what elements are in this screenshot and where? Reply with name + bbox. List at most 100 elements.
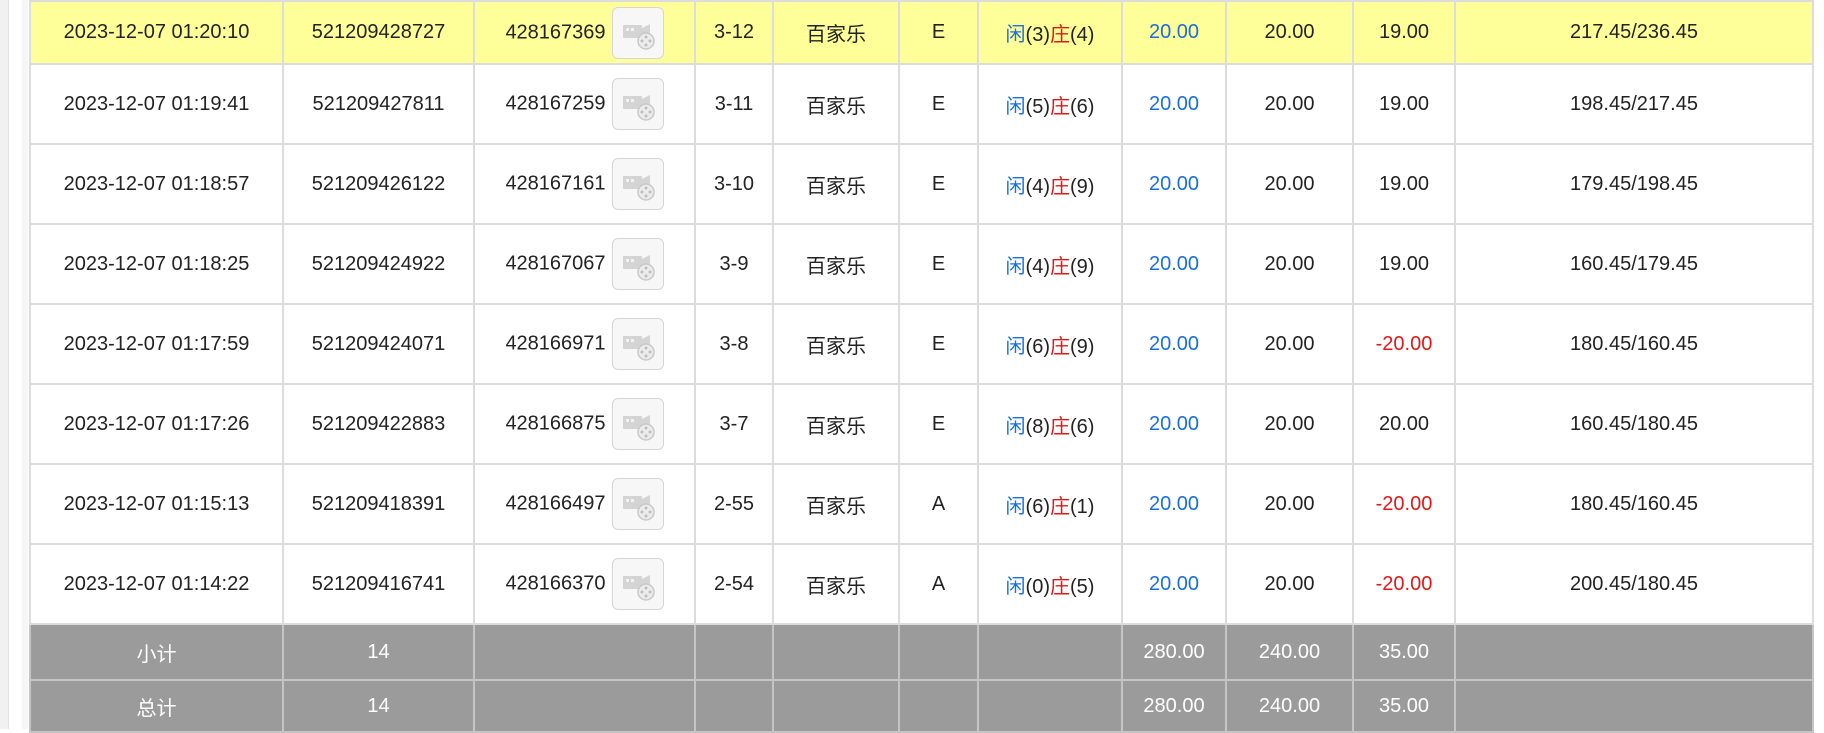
balance-change: 160.45/180.45 [1454, 383, 1814, 465]
bet-id: 521209422883 [282, 383, 475, 465]
player-points: (5) [1025, 95, 1050, 118]
result-cell: 闲(6)庄(1) [977, 463, 1123, 545]
round-cell: 428167067 [473, 223, 696, 305]
bet-time: 2023-12-07 01:18:25 [29, 223, 284, 305]
round-id: 428167369 [505, 21, 606, 43]
player-points: (8) [1025, 415, 1050, 438]
total-label: 总计 [29, 679, 284, 733]
result-cell: 闲(8)庄(6) [977, 383, 1123, 465]
shoe-number: 3-8 [694, 303, 774, 385]
round-cell: 428167259 [473, 63, 696, 145]
player-label: 闲 [1005, 575, 1026, 598]
replay-button[interactable] [611, 318, 664, 370]
player-label: 闲 [1005, 495, 1026, 518]
banker-points: (9) [1070, 255, 1095, 278]
shoe-number: 2-54 [694, 543, 774, 625]
banker-label: 庄 [1050, 575, 1070, 598]
game-name: 百家乐 [772, 303, 900, 385]
total-bet: 280.00 [1121, 679, 1227, 733]
bet-id: 521209424071 [282, 303, 475, 385]
game-name: 百家乐 [772, 223, 900, 305]
banker-points: (5) [1070, 575, 1095, 598]
table-row: 2023-12-07 01:20:10 521209428727 428167369… [29, 0, 1814, 65]
left-gutter [22, 0, 28, 729]
round-id: 428167067 [505, 252, 606, 275]
video-replay-icon [622, 255, 655, 281]
bet-time: 2023-12-07 01:20:10 [29, 0, 284, 65]
win-loss: 19.00 [1352, 143, 1456, 225]
bet-amount: 20.00 [1121, 63, 1227, 145]
player-label: 闲 [1005, 335, 1026, 358]
banker-points: (6) [1070, 415, 1095, 438]
table-name: E [898, 303, 979, 385]
game-name: 百家乐 [772, 143, 900, 225]
bet-amount: 20.00 [1121, 543, 1227, 625]
result-cell: 闲(3)庄(4) [977, 0, 1123, 65]
bet-time: 2023-12-07 01:18:57 [29, 143, 284, 225]
result-cell: 闲(4)庄(9) [977, 143, 1123, 225]
subtotal-win: 35.00 [1352, 623, 1456, 681]
valid-bet: 20.00 [1225, 223, 1354, 305]
result-cell: 闲(4)庄(9) [977, 223, 1123, 305]
table-name: A [898, 543, 979, 625]
video-replay-icon [622, 335, 655, 361]
subtotal-count: 14 [282, 623, 475, 681]
table-name: E [898, 223, 979, 305]
replay-button[interactable] [611, 78, 664, 130]
bet-amount: 20.00 [1121, 223, 1227, 305]
banker-points: (9) [1070, 175, 1095, 198]
player-points: (4) [1025, 175, 1050, 198]
balance-change: 180.45/160.45 [1454, 463, 1814, 545]
replay-button[interactable] [611, 158, 664, 210]
bet-time: 2023-12-07 01:15:13 [29, 463, 284, 545]
valid-bet: 20.00 [1225, 63, 1354, 145]
player-points: (6) [1025, 335, 1050, 358]
banker-points: (4) [1070, 24, 1095, 46]
player-label: 闲 [1005, 255, 1026, 278]
table-name: E [898, 143, 979, 225]
shoe-number: 3-12 [694, 0, 774, 65]
player-points: (4) [1025, 255, 1050, 278]
round-id: 428167161 [505, 172, 606, 195]
game-name: 百家乐 [772, 543, 900, 625]
table-row: 2023-12-07 01:14:22 521209416741 428166370… [29, 543, 1814, 625]
valid-bet: 20.00 [1225, 543, 1354, 625]
shoe-number: 3-10 [694, 143, 774, 225]
total-valid: 240.00 [1225, 679, 1354, 733]
result-cell: 闲(6)庄(9) [977, 303, 1123, 385]
win-loss: -20.00 [1352, 463, 1456, 545]
table-name: E [898, 63, 979, 145]
round-id: 428166497 [505, 492, 606, 515]
table-row: 2023-12-07 01:17:59 521209424071 428166971… [29, 303, 1814, 385]
video-replay-icon [622, 95, 655, 121]
player-label: 闲 [1005, 95, 1026, 118]
table-row: 2023-12-07 01:18:25 521209424922 428167067… [29, 223, 1814, 305]
win-loss: 20.00 [1352, 383, 1456, 465]
round-cell: 428166370 [473, 543, 696, 625]
valid-bet: 20.00 [1225, 383, 1354, 465]
round-id: 428166875 [505, 412, 606, 435]
bet-id: 521209418391 [282, 463, 475, 545]
replay-button[interactable] [611, 6, 664, 59]
game-name: 百家乐 [772, 63, 900, 145]
subtotal-row: 小计 14 280.00 240.00 35.00 [29, 623, 1814, 681]
replay-button[interactable] [611, 478, 664, 530]
round-cell: 428166971 [473, 303, 696, 385]
bet-amount: 20.00 [1121, 303, 1227, 385]
video-replay-icon [622, 495, 655, 521]
replay-button[interactable] [611, 238, 664, 290]
subtotal-valid: 240.00 [1225, 623, 1354, 681]
player-label: 闲 [1005, 175, 1026, 198]
balance-change: 217.45/236.45 [1454, 0, 1814, 65]
bet-amount: 20.00 [1121, 143, 1227, 225]
subtotal-label: 小计 [29, 623, 284, 681]
bet-id: 521209427811 [282, 63, 475, 145]
replay-button[interactable] [611, 558, 664, 610]
bet-id: 521209416741 [282, 543, 475, 625]
replay-button[interactable] [611, 398, 664, 450]
video-replay-icon [622, 175, 655, 201]
banker-label: 庄 [1050, 24, 1070, 46]
valid-bet: 20.00 [1225, 303, 1354, 385]
bet-time: 2023-12-07 01:17:26 [29, 383, 284, 465]
round-id: 428166971 [505, 332, 606, 355]
